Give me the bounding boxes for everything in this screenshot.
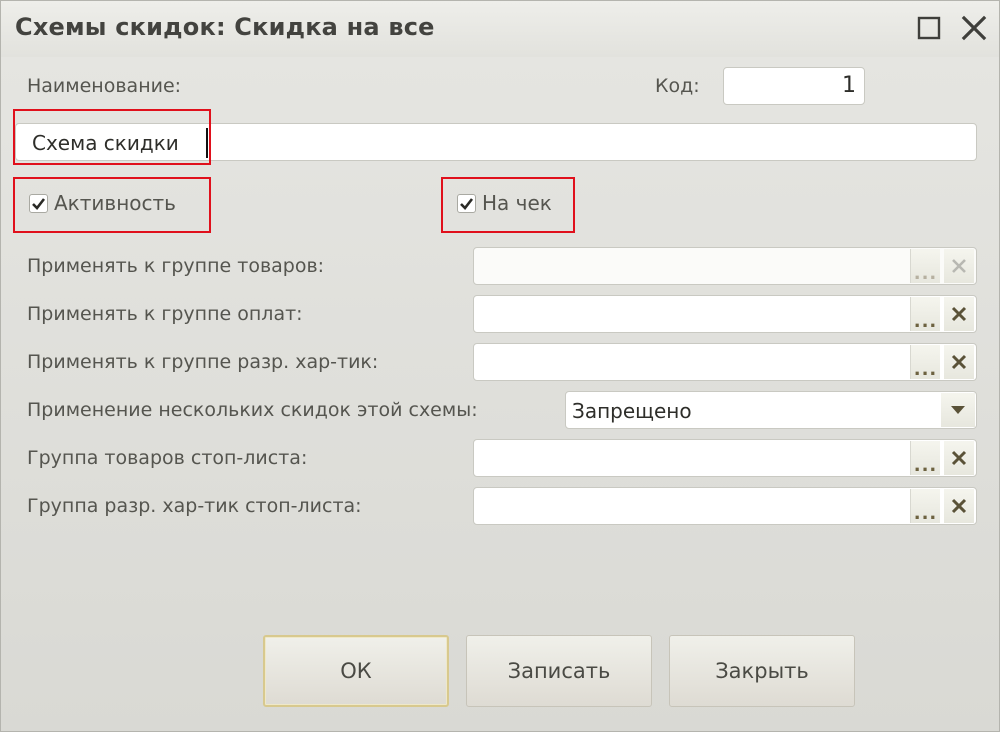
multiple-discounts-dropdown-button[interactable]	[941, 393, 975, 427]
ellipsis-icon: ...	[913, 263, 938, 284]
active-checkbox-box[interactable]	[29, 193, 48, 213]
stoplist-product-group-field[interactable]: ...	[473, 439, 977, 477]
characteristics-group-select-button[interactable]: ...	[910, 345, 940, 379]
close-window-button[interactable]	[959, 13, 989, 43]
multiple-discounts-select[interactable]: Запрещено	[565, 391, 977, 429]
chevron-down-icon	[951, 406, 965, 414]
receipt-checkbox-box[interactable]	[457, 193, 476, 213]
row-label-stoplist-product-group: Группа товаров стоп-листа:	[27, 447, 308, 469]
ellipsis-icon: ...	[913, 503, 938, 524]
stoplist-characteristics-group-field[interactable]: ...	[473, 487, 977, 525]
ellipsis-icon: ...	[913, 455, 938, 476]
save-button[interactable]: Записать	[466, 635, 652, 707]
close-icon	[961, 15, 987, 41]
row-label-characteristics-group: Применять к группе разр. хар-тик:	[27, 351, 379, 373]
ok-button[interactable]: ОК	[263, 635, 449, 707]
active-checkbox[interactable]: Активность	[29, 191, 176, 215]
product-group-clear-button[interactable]	[944, 249, 974, 283]
product-group-select-button[interactable]: ...	[910, 249, 940, 283]
row-label-product-group: Применять к группе товаров:	[27, 255, 325, 277]
code-input[interactable]: 1	[723, 67, 865, 105]
stoplist-product-group-select-button[interactable]: ...	[910, 441, 940, 475]
code-label: Код:	[655, 75, 700, 97]
title-bar[interactable]: Схемы скидок: Скидка на все	[1, 1, 999, 57]
clear-icon	[951, 498, 967, 514]
characteristics-group-field[interactable]: ...	[473, 343, 977, 381]
active-label: Активность	[54, 191, 176, 215]
characteristics-group-clear-button[interactable]	[944, 345, 974, 379]
maximize-button[interactable]	[914, 13, 944, 43]
payment-group-select-button[interactable]: ...	[910, 297, 940, 331]
payment-group-clear-button[interactable]	[944, 297, 974, 331]
checkmark-icon	[32, 197, 46, 210]
text-caret	[206, 128, 208, 158]
payment-group-field[interactable]: ...	[473, 295, 977, 333]
receipt-label: На чек	[482, 191, 552, 215]
stoplist-product-group-clear-button[interactable]	[944, 441, 974, 475]
row-label-payment-group: Применять к группе оплат:	[27, 303, 303, 325]
stoplist-characteristics-group-clear-button[interactable]	[944, 489, 974, 523]
product-group-field[interactable]: ...	[473, 247, 977, 285]
window-title: Схемы скидок: Скидка на все	[15, 13, 435, 41]
dialog-window: Схемы скидок: Скидка на все Наименование…	[0, 0, 1000, 732]
name-value: Схема скидки	[32, 131, 179, 155]
receipt-checkbox[interactable]: На чек	[457, 191, 552, 215]
name-input[interactable]: Схема скидки	[15, 123, 977, 161]
clear-icon	[952, 259, 966, 273]
name-label: Наименование:	[27, 75, 182, 97]
ellipsis-icon: ...	[913, 311, 938, 332]
multiple-discounts-value: Запрещено	[572, 399, 692, 423]
close-button[interactable]: Закрыть	[669, 635, 855, 707]
row-label-multiple-discounts: Применение нескольких скидок этой схемы:	[27, 399, 478, 421]
checkmark-icon	[460, 197, 474, 210]
ellipsis-icon: ...	[913, 359, 938, 380]
stoplist-characteristics-group-select-button[interactable]: ...	[910, 489, 940, 523]
row-label-stoplist-characteristics-group: Группа разр. хар-тик стоп-листа:	[27, 495, 362, 517]
code-value: 1	[842, 73, 856, 98]
clear-icon	[951, 354, 967, 370]
clear-icon	[951, 306, 967, 322]
maximize-icon	[917, 16, 941, 40]
clear-icon	[951, 450, 967, 466]
